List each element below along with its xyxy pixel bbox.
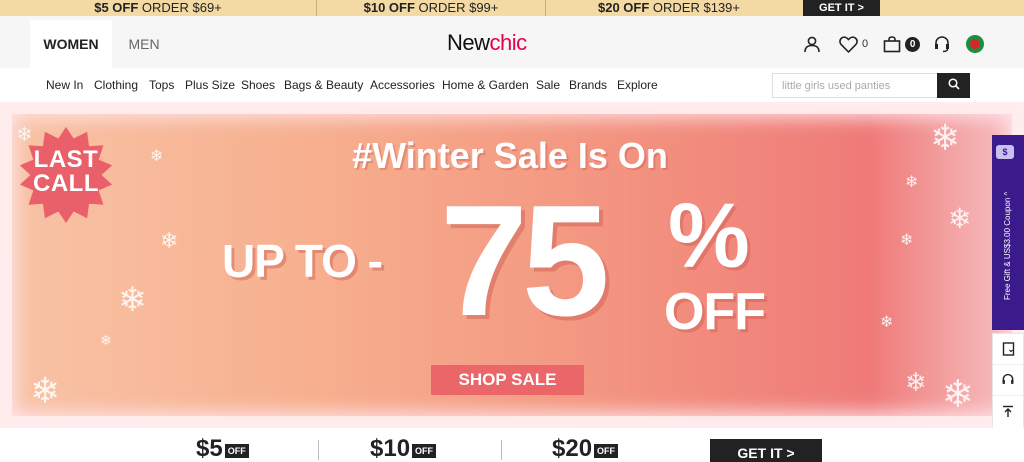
coupon-divider [318, 440, 319, 460]
promo-item[interactable]: $20 OFF ORDER $139+ [546, 0, 792, 16]
nav-item-home-garden[interactable]: Home & Garden [442, 78, 529, 92]
coupon-amount: $10 [370, 435, 411, 462]
nav-item-clothing[interactable]: Clothing [94, 78, 138, 92]
nav-item-shoes[interactable]: Shoes [241, 78, 275, 92]
nav-item-new-in[interactable]: New In [46, 78, 83, 92]
coupon-item[interactable]: $5 OFF [196, 436, 249, 462]
snowflake-icon: ❄ [150, 148, 164, 165]
coupon-strip: $5 OFF $10 OFF $20 OFF [0, 428, 1024, 462]
nav-item-accessories[interactable]: Accessories [370, 78, 435, 92]
coupon-off-tag: OFF [412, 443, 437, 458]
snowflake-icon: ❄ [118, 281, 147, 319]
site-logo[interactable]: Newchic [447, 30, 527, 56]
last-call-text: LAST CALL [18, 148, 114, 196]
user-icon[interactable] [800, 32, 824, 56]
headset-icon[interactable] [930, 32, 954, 56]
logo-text: New [447, 30, 490, 55]
nav-item-brands[interactable]: Brands [569, 78, 607, 92]
promo-item[interactable]: $5 OFF ORDER $69+ [0, 0, 316, 16]
nav-item-tops[interactable]: Tops [149, 78, 174, 92]
snowflake-icon: ❄ [100, 332, 112, 348]
nav-item-sale[interactable]: Sale [536, 78, 560, 92]
heart-icon[interactable] [836, 32, 860, 56]
banner-discount-number: 75 [440, 173, 610, 349]
promo-condition: ORDER $69+ [141, 0, 222, 15]
snowflake-icon: ❄ [905, 174, 919, 191]
promo-amount: $5 OFF [94, 0, 139, 15]
coupon-amount: $5 [196, 435, 223, 462]
promo-condition: ORDER $99+ [418, 0, 499, 15]
cart-count-badge: 0 [905, 36, 921, 52]
snowflake-icon: ❄ [30, 370, 61, 411]
wishlist-count: 0 [862, 38, 869, 50]
snowflake-icon: ❄ [930, 117, 961, 158]
back-to-top-icon[interactable] [993, 396, 1023, 427]
side-coupon-tab[interactable]: Free Gift & US$3.00 Coupon ^ [992, 135, 1024, 330]
app-icon[interactable] [993, 334, 1023, 365]
shop-sale-button[interactable]: SHOP SALE [431, 365, 584, 395]
banner-percent: % [668, 185, 750, 287]
search-field[interactable] [772, 73, 938, 98]
nav-item-plus-size[interactable]: Plus Size [185, 78, 235, 92]
side-coupon-text: Free Gift & US$3.00 Coupon ^ [1003, 191, 1012, 301]
promo-condition: ORDER $139+ [652, 0, 740, 15]
coupon-item[interactable]: $10 OFF [370, 435, 437, 462]
snowflake-icon: ❄ [948, 203, 972, 234]
header-actions: 0 0 [800, 32, 985, 56]
search-button[interactable] [937, 73, 970, 98]
site-header: WOMEN MEN Newchic 0 0 [0, 16, 1024, 68]
promo-get-it-button[interactable]: GET IT > [803, 0, 880, 16]
banner-up-to: UP TO - [222, 235, 383, 287]
promo-amount: $10 OFF [363, 0, 415, 15]
snowflake-icon: ❄ [880, 314, 894, 331]
snowflake-icon: ❄ [900, 232, 914, 249]
nav-item-explore[interactable]: Explore [617, 78, 658, 92]
coupon-divider [501, 440, 502, 460]
promo-item[interactable]: $10 OFF ORDER $99+ [317, 0, 545, 16]
promo-amount: $20 OFF [598, 0, 650, 15]
coupon-amount: $20 [552, 435, 593, 462]
tab-men[interactable]: MEN [114, 20, 174, 68]
coupon-off-tag: OFF [594, 443, 619, 458]
snowflake-icon: ❄ [160, 228, 179, 253]
nav-item-bags-beauty[interactable]: Bags & Beauty [284, 78, 363, 92]
coupon-chip-icon: $ [996, 145, 1014, 159]
badge-line: LAST [33, 146, 99, 173]
headset-icon[interactable] [993, 365, 1023, 396]
cart-icon[interactable] [880, 32, 904, 56]
search-input[interactable] [773, 74, 937, 97]
coupon-item[interactable]: $20 OFF [552, 435, 619, 462]
coupon-off-tag: OFF [224, 443, 249, 458]
flag-icon[interactable] [966, 35, 985, 53]
badge-line: CALL [33, 170, 99, 197]
logo-text: chic [489, 30, 528, 55]
side-tools [992, 333, 1024, 429]
tab-women[interactable]: WOMEN [30, 20, 112, 68]
snowflake-icon: ❄ [905, 367, 927, 397]
banner-off: OFF [664, 283, 766, 341]
snowflake-icon: ❄ [942, 374, 974, 416]
search-icon [947, 77, 960, 95]
coupon-get-it-button[interactable]: GET IT > [710, 439, 822, 462]
